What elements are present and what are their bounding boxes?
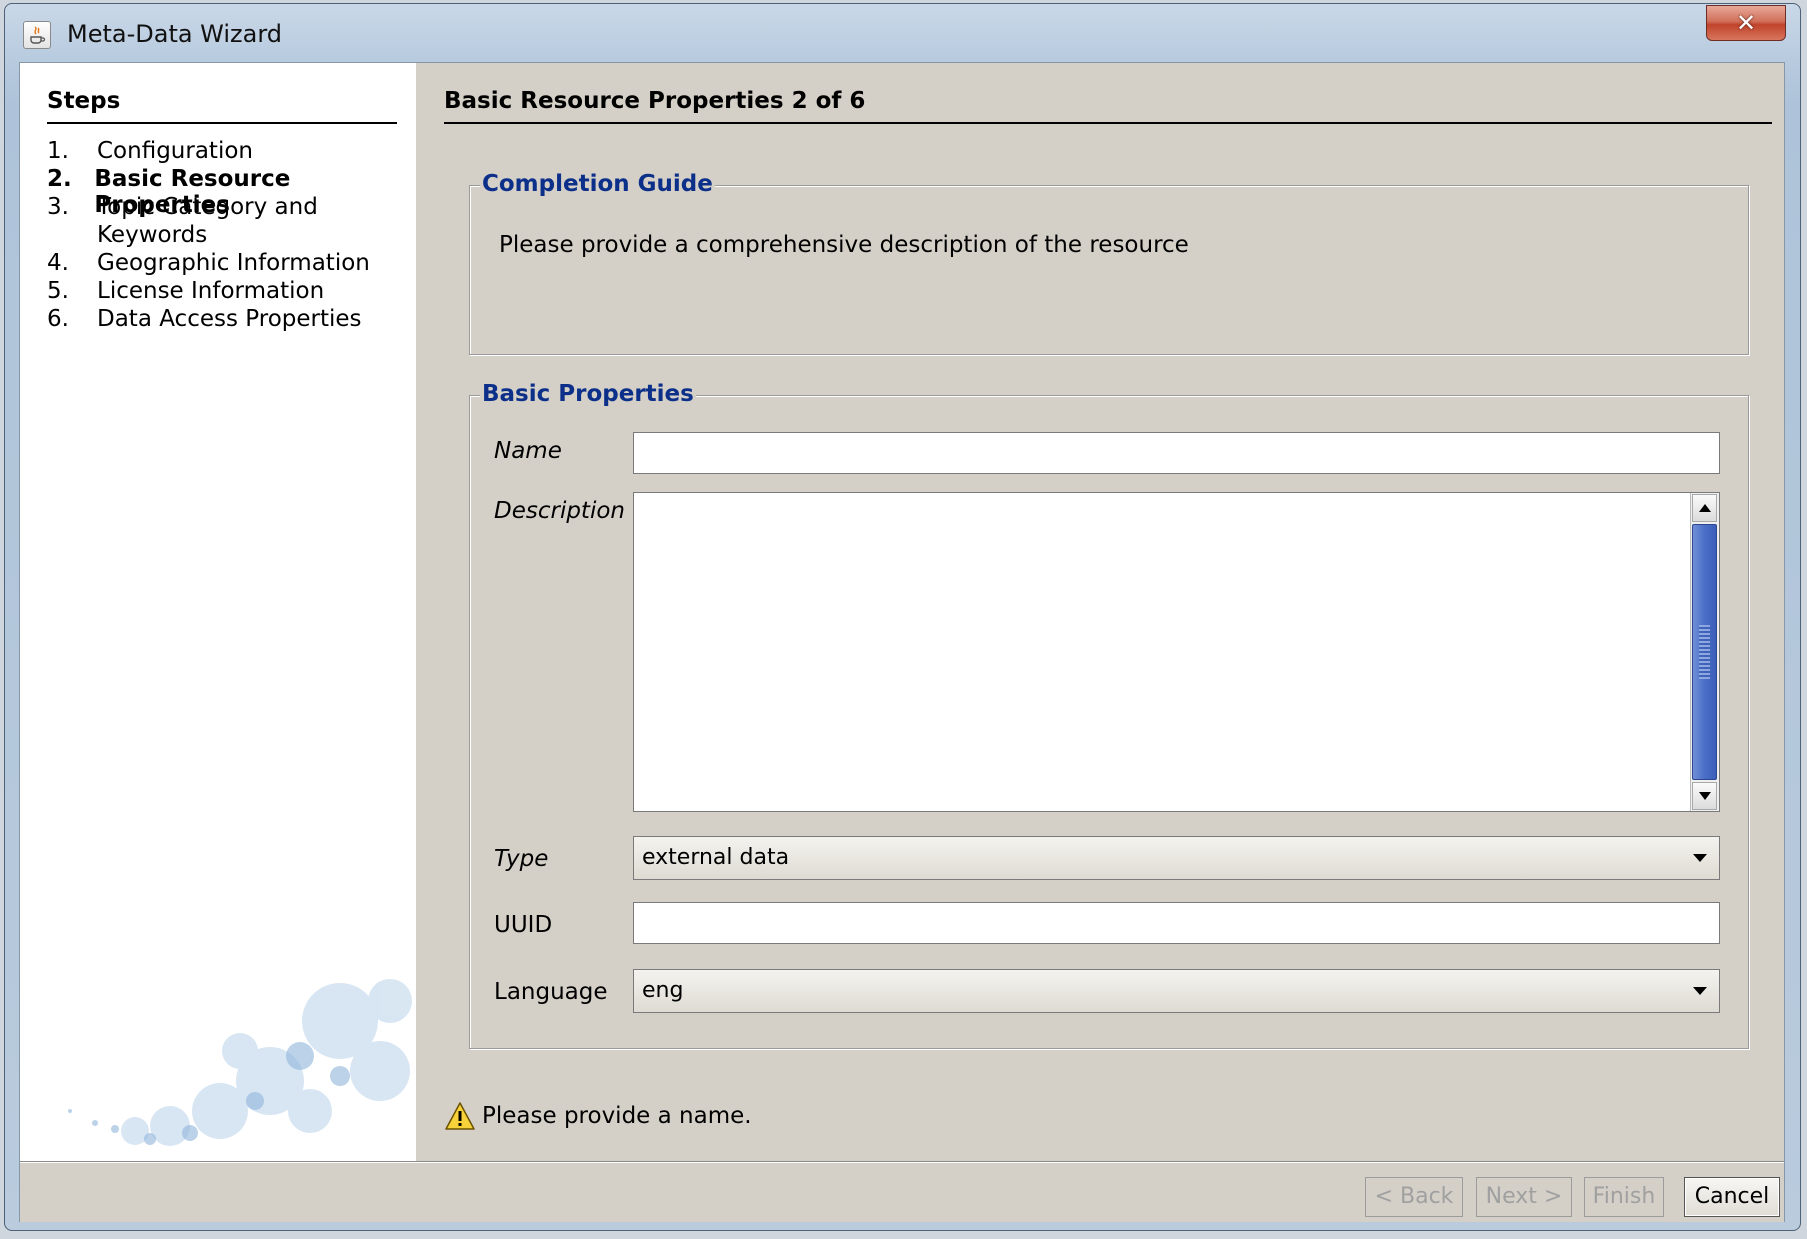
cancel-button[interactable]: Cancel bbox=[1684, 1177, 1780, 1217]
wizard-window: Meta-Data Wizard ✕ Steps 1. Configuratio… bbox=[4, 3, 1801, 1231]
step-configuration: 1. Configuration bbox=[47, 138, 253, 164]
completion-guide-text: Please provide a comprehensive descripti… bbox=[499, 232, 1189, 258]
scroll-up-button[interactable] bbox=[1692, 494, 1717, 522]
basic-properties-legend: Basic Properties bbox=[480, 381, 696, 407]
completion-guide-legend: Completion Guide bbox=[480, 171, 715, 197]
language-label: Language bbox=[494, 979, 608, 1005]
name-field[interactable] bbox=[633, 432, 1720, 474]
uuid-label: UUID bbox=[494, 912, 553, 938]
button-bar: < Back Next > Finish Cancel bbox=[20, 1161, 1784, 1222]
java-cup-icon[interactable] bbox=[23, 21, 51, 49]
wizard-client-area: Steps 1. Configuration 2. Basic Resource… bbox=[19, 62, 1785, 1222]
step-label: Topic Category and bbox=[97, 194, 318, 220]
type-label: Type bbox=[494, 846, 549, 872]
page-title: Basic Resource Properties 2 of 6 bbox=[444, 88, 866, 114]
basic-properties-group: Basic Properties Name Description Type e… bbox=[469, 381, 1749, 1049]
step-topic-category: 3. Topic Category and bbox=[47, 194, 318, 220]
type-selected-value: external data bbox=[642, 845, 790, 870]
window-title: Meta-Data Wizard bbox=[67, 20, 283, 48]
step-topic-category-cont: Keywords bbox=[47, 222, 207, 248]
language-selected-value: eng bbox=[642, 978, 684, 1003]
description-label: Description bbox=[494, 498, 625, 524]
completion-guide-group: Completion Guide Please provide a compre… bbox=[469, 171, 1749, 355]
step-label: Geographic Information bbox=[97, 250, 370, 276]
name-label: Name bbox=[494, 438, 562, 464]
uuid-field[interactable] bbox=[633, 902, 1720, 944]
chevron-down-icon bbox=[1693, 987, 1707, 995]
steps-title: Steps bbox=[47, 88, 121, 114]
description-scrollbar[interactable] bbox=[1690, 493, 1719, 811]
step-label: License Information bbox=[97, 278, 325, 304]
title-bar[interactable]: Meta-Data Wizard ✕ bbox=[5, 4, 1800, 60]
close-button[interactable]: ✕ bbox=[1706, 5, 1786, 41]
step-label: Data Access Properties bbox=[97, 306, 362, 332]
warning-icon bbox=[445, 1102, 475, 1130]
page-title-divider bbox=[444, 122, 1772, 124]
scroll-down-button[interactable] bbox=[1692, 782, 1717, 810]
description-textarea[interactable] bbox=[633, 492, 1720, 812]
validation-message: Please provide a name. bbox=[482, 1103, 752, 1129]
step-geographic-information: 4. Geographic Information bbox=[47, 250, 370, 276]
step-data-access-properties: 6. Data Access Properties bbox=[47, 306, 362, 332]
decorative-bubbles-image bbox=[68, 979, 412, 1146]
type-select[interactable]: external data bbox=[633, 836, 1720, 880]
back-button[interactable]: < Back bbox=[1365, 1177, 1463, 1217]
next-button[interactable]: Next > bbox=[1476, 1177, 1572, 1217]
step-label: Configuration bbox=[97, 138, 253, 164]
close-icon: ✕ bbox=[1735, 9, 1757, 37]
finish-button[interactable]: Finish bbox=[1584, 1177, 1664, 1217]
chevron-down-icon bbox=[1693, 854, 1707, 862]
scroll-thumb[interactable] bbox=[1692, 524, 1717, 780]
language-select[interactable]: eng bbox=[633, 969, 1720, 1013]
step-license-information: 5. License Information bbox=[47, 278, 325, 304]
steps-panel: Steps 1. Configuration 2. Basic Resource… bbox=[20, 63, 416, 1161]
grip-icon bbox=[1699, 625, 1710, 679]
arrow-up-icon bbox=[1698, 504, 1711, 512]
step-label: Keywords bbox=[97, 222, 208, 248]
arrow-down-icon bbox=[1698, 792, 1711, 800]
steps-divider bbox=[47, 122, 397, 124]
